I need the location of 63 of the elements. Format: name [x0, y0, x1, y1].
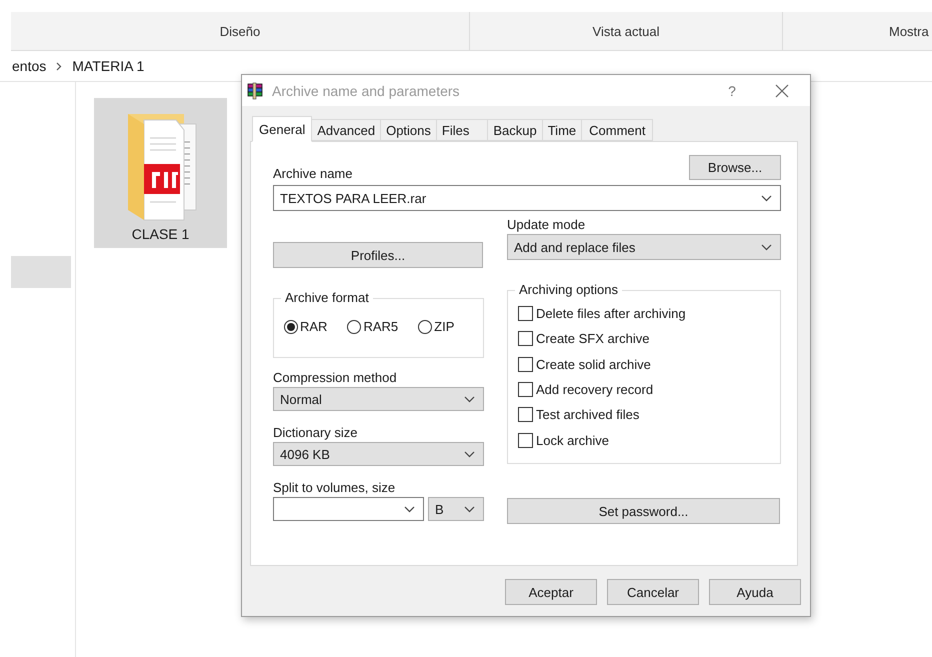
dialog-button[interactable]: Aceptar: [505, 579, 597, 605]
chevron-down-icon: [464, 450, 475, 458]
archive-name-field[interactable]: TEXTOS PARA LEER.rar: [273, 185, 781, 211]
checkbox[interactable]: [518, 331, 533, 346]
folder-item[interactable]: CLASE 1: [94, 98, 227, 248]
chevron-down-icon: [464, 396, 475, 402]
breadcrumb-item[interactable]: entos: [12, 58, 46, 74]
set-password-button[interactable]: Set password...: [507, 498, 780, 524]
breadcrumb-item[interactable]: MATERIA 1: [72, 58, 144, 74]
checkbox[interactable]: [518, 382, 533, 398]
radio-label: RAR: [300, 319, 328, 334]
checkbox[interactable]: [518, 356, 533, 372]
profiles-button[interactable]: Profiles...: [273, 242, 483, 268]
close-button[interactable]: [775, 84, 789, 98]
dialog-button[interactable]: Ayuda: [709, 579, 801, 605]
unit-dropdown[interactable]: B: [428, 497, 484, 521]
ribbon-group-label: Vista actual: [470, 12, 783, 50]
chevron-down-icon: [761, 244, 772, 250]
compression-method-dropdown[interactable]: Normal: [273, 387, 484, 411]
checkbox-label: Add recovery record: [536, 382, 654, 398]
stacked-books-icon: [246, 82, 264, 100]
checkbox-label: Create SFX archive: [536, 331, 650, 346]
chevron-down-icon: [404, 506, 415, 512]
tab[interactable]: Time: [542, 119, 582, 141]
dialog-button[interactable]: Cancelar: [607, 579, 699, 605]
checkbox[interactable]: [518, 306, 533, 322]
tab[interactable]: Options: [381, 119, 437, 141]
radio-button[interactable]: [347, 320, 362, 334]
field-label: Dictionary size: [273, 425, 359, 440]
chevron-right-icon: [56, 62, 62, 70]
radio-button[interactable]: [284, 320, 298, 334]
group-label: Archiving options: [515, 282, 622, 297]
nav-selection-highlight: [11, 256, 71, 288]
checkbox[interactable]: [518, 432, 533, 448]
checkbox-label: Create solid archive: [536, 356, 651, 372]
ribbon-group-label: Diseño: [11, 12, 470, 50]
field-label: Compression method: [273, 370, 398, 385]
ribbon-group-label: Mostra: [888, 22, 930, 40]
checkbox[interactable]: [518, 407, 533, 422]
tab[interactable]: Advanced: [312, 119, 382, 141]
update-mode-dropdown[interactable]: Add and replace files: [507, 234, 781, 260]
folder-name: CLASE 1: [132, 226, 190, 242]
field-label: Archive name: [273, 166, 352, 181]
help-button[interactable]: ?: [721, 82, 743, 98]
window-title: Archive name and parameters: [272, 82, 461, 98]
chevron-down-icon: [464, 506, 475, 512]
checkbox-label: Delete files after archiving: [536, 306, 686, 322]
tab[interactable]: Files: [436, 119, 488, 141]
tab[interactable]: Comment: [582, 119, 654, 141]
checkbox-label: Lock archive: [536, 432, 609, 448]
chevron-down-icon: [761, 194, 772, 202]
checkbox-label: Test archived files: [536, 407, 640, 422]
browse-button[interactable]: Browse...: [689, 155, 781, 180]
volume-size-field[interactable]: [273, 497, 424, 521]
group-label: Archive format: [281, 290, 373, 305]
radio-button[interactable]: [418, 320, 432, 334]
field-label: Split to volumes, size: [273, 480, 396, 495]
field-label: Update mode: [507, 217, 586, 232]
radio-label: ZIP: [434, 319, 454, 334]
radio-label: RAR5: [363, 319, 398, 334]
tab[interactable]: General: [252, 116, 312, 142]
dictionary-size-dropdown[interactable]: 4096 KB: [273, 442, 484, 466]
tab[interactable]: Backup: [488, 119, 543, 141]
